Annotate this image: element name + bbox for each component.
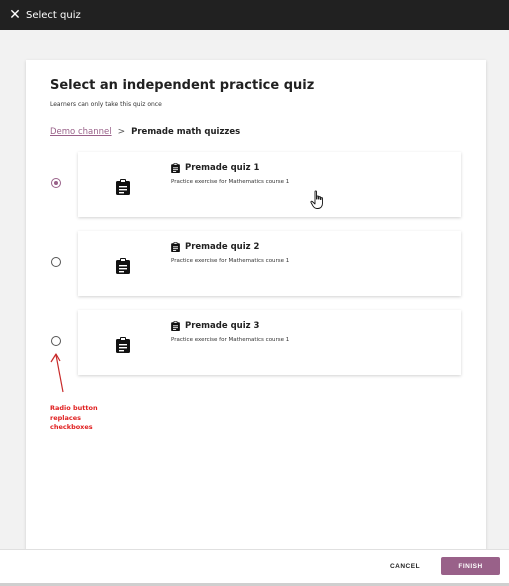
breadcrumb: Demo channel > Premade math quizzes (50, 127, 240, 137)
clipboard-icon (116, 258, 130, 274)
quiz-title-text: Premade quiz 3 (185, 321, 260, 331)
quiz-1-radio[interactable] (51, 178, 61, 188)
quiz-title-text: Premade quiz 1 (185, 163, 260, 173)
clipboard-icon (116, 337, 130, 353)
window-title: Select quiz (26, 9, 81, 21)
clipboard-icon (171, 163, 180, 173)
quiz-3-radio[interactable] (51, 336, 61, 346)
quiz-title: Premade quiz 2 (171, 242, 259, 252)
quiz-selection-card: Select an independent practice quiz Lear… (26, 60, 486, 550)
finish-button[interactable]: FINISH (441, 557, 500, 575)
quiz-card-1[interactable]: Premade quiz 1 Practice exercise for Mat… (78, 152, 461, 217)
quiz-2-radio[interactable] (51, 257, 61, 267)
breadcrumb-link-demo-channel[interactable]: Demo channel (50, 127, 112, 137)
clipboard-icon (171, 321, 180, 331)
breadcrumb-separator: > (117, 127, 126, 137)
page-subtitle: Learners can only take this quiz once (50, 101, 162, 108)
clipboard-icon (116, 179, 130, 195)
quiz-title: Premade quiz 3 (171, 321, 259, 331)
quiz-description: Practice exercise for Mathematics course… (171, 337, 290, 343)
page-title: Select an independent practice quiz (50, 78, 315, 93)
quiz-description: Practice exercise for Mathematics course… (171, 258, 290, 264)
hand-cursor-icon (310, 190, 323, 209)
top-app-bar: ✕ Select quiz (0, 0, 509, 30)
quiz-card-2[interactable]: Premade quiz 2 Practice exercise for Mat… (78, 231, 461, 296)
cancel-button[interactable]: CANCEL (380, 558, 430, 575)
annotation-arrow-icon (50, 353, 64, 393)
quiz-description: Practice exercise for Mathematics course… (171, 179, 290, 185)
quiz-title-text: Premade quiz 2 (185, 242, 260, 252)
annotation-note: Radio button replaces checkboxes (50, 404, 98, 431)
quiz-card-3[interactable]: Premade quiz 3 Practice exercise for Mat… (78, 310, 461, 375)
clipboard-icon (171, 242, 180, 252)
breadcrumb-current: Premade math quizzes (131, 127, 241, 137)
quiz-title: Premade quiz 1 (171, 163, 259, 173)
footer-bar (0, 549, 509, 583)
close-icon: ✕ (9, 7, 21, 23)
